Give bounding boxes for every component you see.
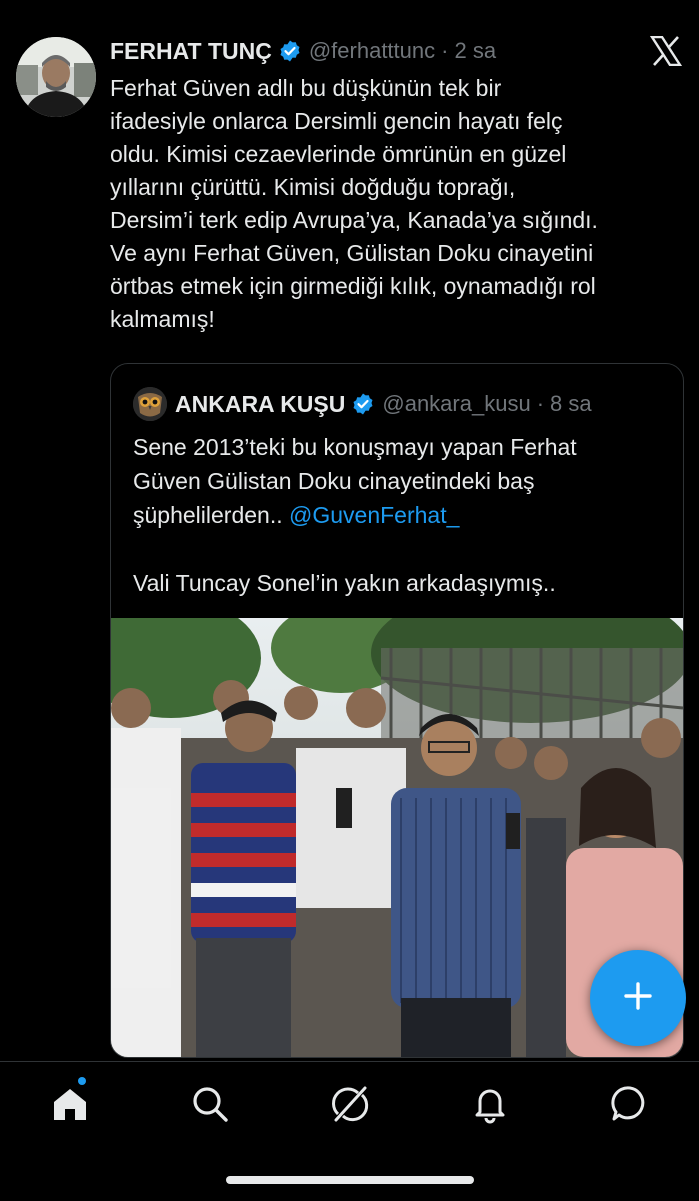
tweet-text: Ferhat Güven adlı bu düşkünün tek bir if… (110, 75, 598, 332)
nav-notifications[interactable] (470, 1084, 510, 1124)
verified-badge-icon (278, 39, 302, 63)
home-icon (50, 1089, 90, 1128)
author-handle[interactable]: @ferhatttunc (309, 38, 435, 64)
grok-icon (330, 1086, 370, 1128)
status-bar (0, 0, 699, 14)
nav-messages[interactable] (610, 1084, 650, 1124)
quoted-tweet-header: ANKARA KUŞU @ankara_kusu · 8 sa (133, 386, 592, 422)
x-logo-icon[interactable] (649, 35, 683, 67)
plus-icon (622, 980, 654, 1017)
home-indicator[interactable] (226, 1176, 474, 1184)
quoted-tweet-time[interactable]: 8 sa (550, 391, 592, 417)
home-notification-dot (78, 1077, 86, 1085)
nav-grok[interactable] (330, 1084, 370, 1124)
author-avatar[interactable] (16, 37, 96, 117)
verified-badge-icon (351, 392, 375, 416)
bell-icon (470, 1089, 510, 1128)
quoted-tweet-text: Sene 2013’teki bu konuşmayı yapan Ferhat… (133, 430, 668, 600)
search-icon (190, 1087, 230, 1128)
quoted-text-after: Vali Tuncay Sonel’in yakın arkadaşıymış.… (133, 570, 556, 596)
quoted-author-handle[interactable]: @ankara_kusu (382, 391, 530, 417)
quoted-tweet[interactable]: ANKARA KUŞU @ankara_kusu · 8 sa Sene 201… (110, 363, 684, 1058)
nav-search[interactable] (190, 1084, 230, 1124)
mention-link[interactable]: @GuvenFerhat_ (289, 502, 459, 528)
quoted-author-name[interactable]: ANKARA KUŞU (175, 391, 345, 418)
separator-dot: · (536, 391, 545, 416)
quoted-author-avatar[interactable] (133, 387, 167, 421)
author-name[interactable]: FERHAT TUNÇ (110, 38, 272, 65)
separator-dot: · (441, 38, 449, 63)
tweet-header: FERHAT TUNÇ @ferhatttunc · 2 sa (110, 34, 496, 68)
nav-home[interactable] (50, 1084, 90, 1124)
message-icon (610, 1086, 650, 1128)
compose-button[interactable] (590, 950, 686, 1046)
tweet-time[interactable]: 2 sa (454, 38, 496, 64)
